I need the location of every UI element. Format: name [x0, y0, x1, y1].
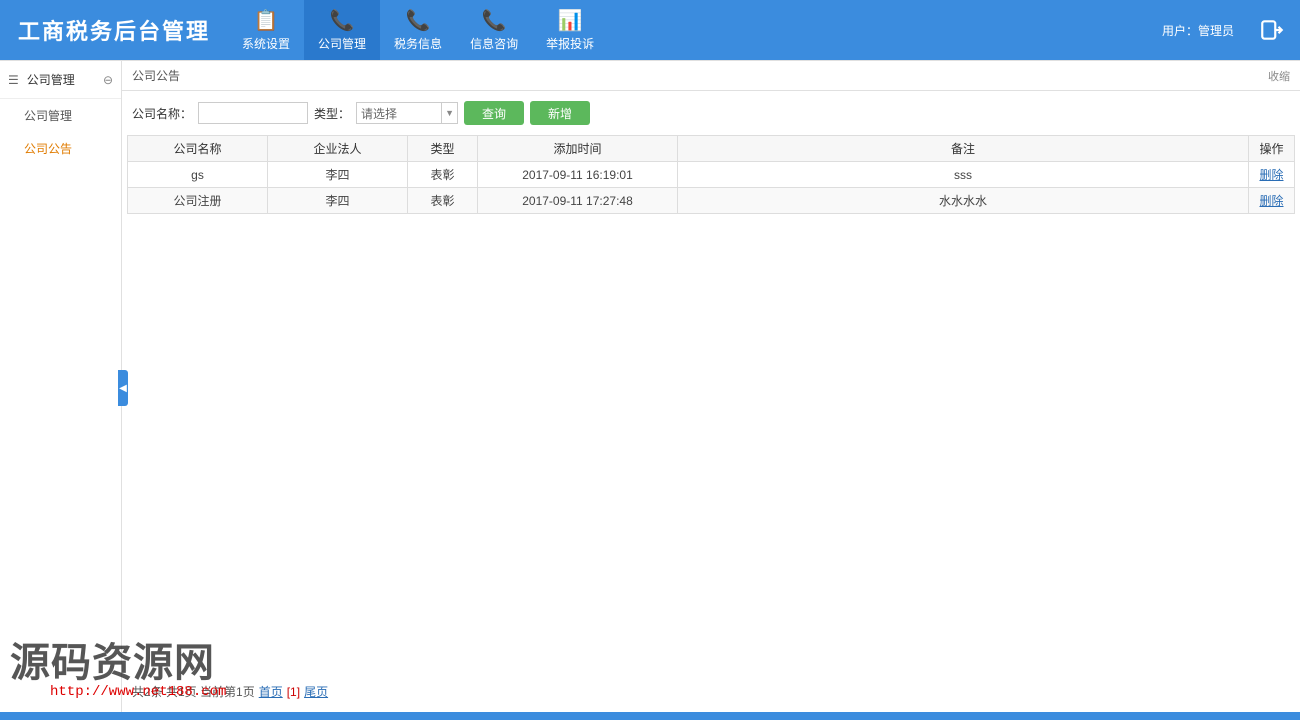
- sidebar-collapse-tab[interactable]: ◀: [118, 370, 128, 406]
- app-logo: 工商税务后台管理: [0, 0, 228, 60]
- chart-icon: 📊: [558, 9, 583, 33]
- th-action: 操作: [1249, 136, 1295, 162]
- type-label: 类型：: [314, 105, 350, 122]
- cell-time: 2017-09-11 16:19:01: [478, 162, 678, 188]
- phone-icon: 📞: [330, 9, 355, 33]
- header-right: 用户：管理员: [1162, 0, 1300, 60]
- pager-last[interactable]: 尾页: [304, 683, 328, 700]
- menu-icon: ☰: [8, 73, 19, 87]
- nav-label: 举报投诉: [546, 35, 594, 52]
- cell-legal: 李四: [268, 162, 408, 188]
- nav-label: 信息咨询: [470, 35, 518, 52]
- delete-link[interactable]: 删除: [1259, 168, 1283, 182]
- cell-remark: 水水水水: [678, 188, 1249, 214]
- nav-label: 税务信息: [394, 35, 442, 52]
- pager-current: [1]: [287, 685, 300, 699]
- cell-action: 删除: [1249, 188, 1295, 214]
- pager-summary: 共2条 共1页 当前第1页: [132, 683, 255, 700]
- table-header-row: 公司名称 企业法人 类型 添加时间 备注 操作: [128, 136, 1295, 162]
- phone-icon: 📞: [482, 9, 507, 33]
- pager-first[interactable]: 首页: [259, 683, 283, 700]
- table-container: 公司名称 企业法人 类型 添加时间 备注 操作 gs 李四 表彰 2017-09…: [122, 135, 1300, 712]
- pager: 共2条 共1页 当前第1页 首页 [1] 尾页: [132, 683, 328, 700]
- nav-info-query[interactable]: 📞 信息咨询: [456, 0, 532, 60]
- cell-name: gs: [128, 162, 268, 188]
- breadcrumb-title: 公司公告: [132, 67, 180, 84]
- breadcrumb-bar: 公司公告 收缩: [122, 61, 1300, 91]
- nav-report-complaint[interactable]: 📊 举报投诉: [532, 0, 608, 60]
- sidebar-item-company-mgmt[interactable]: 公司管理: [0, 99, 121, 132]
- content-area: 公司公告 收缩 公司名称： 类型： 请选择 ▼ 查询 新增 公司名称 企业法人: [122, 61, 1300, 712]
- new-button[interactable]: 新增: [530, 101, 590, 125]
- sidebar-title: 公司管理: [27, 71, 103, 88]
- th-remark: 备注: [678, 136, 1249, 162]
- sidebar-header[interactable]: ☰ 公司管理 ⊖: [0, 61, 121, 99]
- cell-legal: 李四: [268, 188, 408, 214]
- nav-label: 公司管理: [318, 35, 366, 52]
- chevron-down-icon: ▼: [441, 103, 457, 123]
- nav-system-settings[interactable]: 📋 系统设置: [228, 0, 304, 60]
- collapse-button[interactable]: 收缩: [1268, 68, 1290, 84]
- cell-time: 2017-09-11 17:27:48: [478, 188, 678, 214]
- header-bar: 工商税务后台管理 📋 系统设置 📞 公司管理 📞 税务信息 📞 信息咨询 📊 举…: [0, 0, 1300, 60]
- cell-name: 公司注册: [128, 188, 268, 214]
- th-name: 公司名称: [128, 136, 268, 162]
- logout-icon[interactable]: [1254, 12, 1290, 48]
- type-select-value: 请选择: [361, 105, 397, 122]
- minus-circle-icon[interactable]: ⊖: [103, 73, 113, 87]
- nav-company-mgmt[interactable]: 📞 公司管理: [304, 0, 380, 60]
- nav-label: 系统设置: [242, 35, 290, 52]
- cell-action: 删除: [1249, 162, 1295, 188]
- filter-bar: 公司名称： 类型： 请选择 ▼ 查询 新增: [122, 91, 1300, 135]
- top-nav: 📋 系统设置 📞 公司管理 📞 税务信息 📞 信息咨询 📊 举报投诉: [228, 0, 608, 60]
- th-legal: 企业法人: [268, 136, 408, 162]
- th-time: 添加时间: [478, 136, 678, 162]
- cell-type: 表彰: [408, 162, 478, 188]
- phone-icon: 📞: [406, 9, 431, 33]
- table-row: 公司注册 李四 表彰 2017-09-11 17:27:48 水水水水 删除: [128, 188, 1295, 214]
- company-name-input[interactable]: [198, 102, 308, 124]
- sidebar-item-company-notice[interactable]: 公司公告: [0, 132, 121, 165]
- cell-remark: sss: [678, 162, 1249, 188]
- th-type: 类型: [408, 136, 478, 162]
- table-row: gs 李四 表彰 2017-09-11 16:19:01 sss 删除: [128, 162, 1295, 188]
- cell-type: 表彰: [408, 188, 478, 214]
- clipboard-icon: 📋: [254, 9, 279, 33]
- company-name-label: 公司名称：: [132, 105, 192, 122]
- search-button[interactable]: 查询: [464, 101, 524, 125]
- user-info: 用户：管理员: [1162, 22, 1234, 39]
- type-select[interactable]: 请选择 ▼: [356, 102, 458, 124]
- sidebar: ☰ 公司管理 ⊖ 公司管理 公司公告: [0, 61, 122, 712]
- data-table: 公司名称 企业法人 类型 添加时间 备注 操作 gs 李四 表彰 2017-09…: [127, 135, 1295, 214]
- nav-tax-info[interactable]: 📞 税务信息: [380, 0, 456, 60]
- delete-link[interactable]: 删除: [1259, 194, 1283, 208]
- bottom-accent-bar: [0, 712, 1300, 720]
